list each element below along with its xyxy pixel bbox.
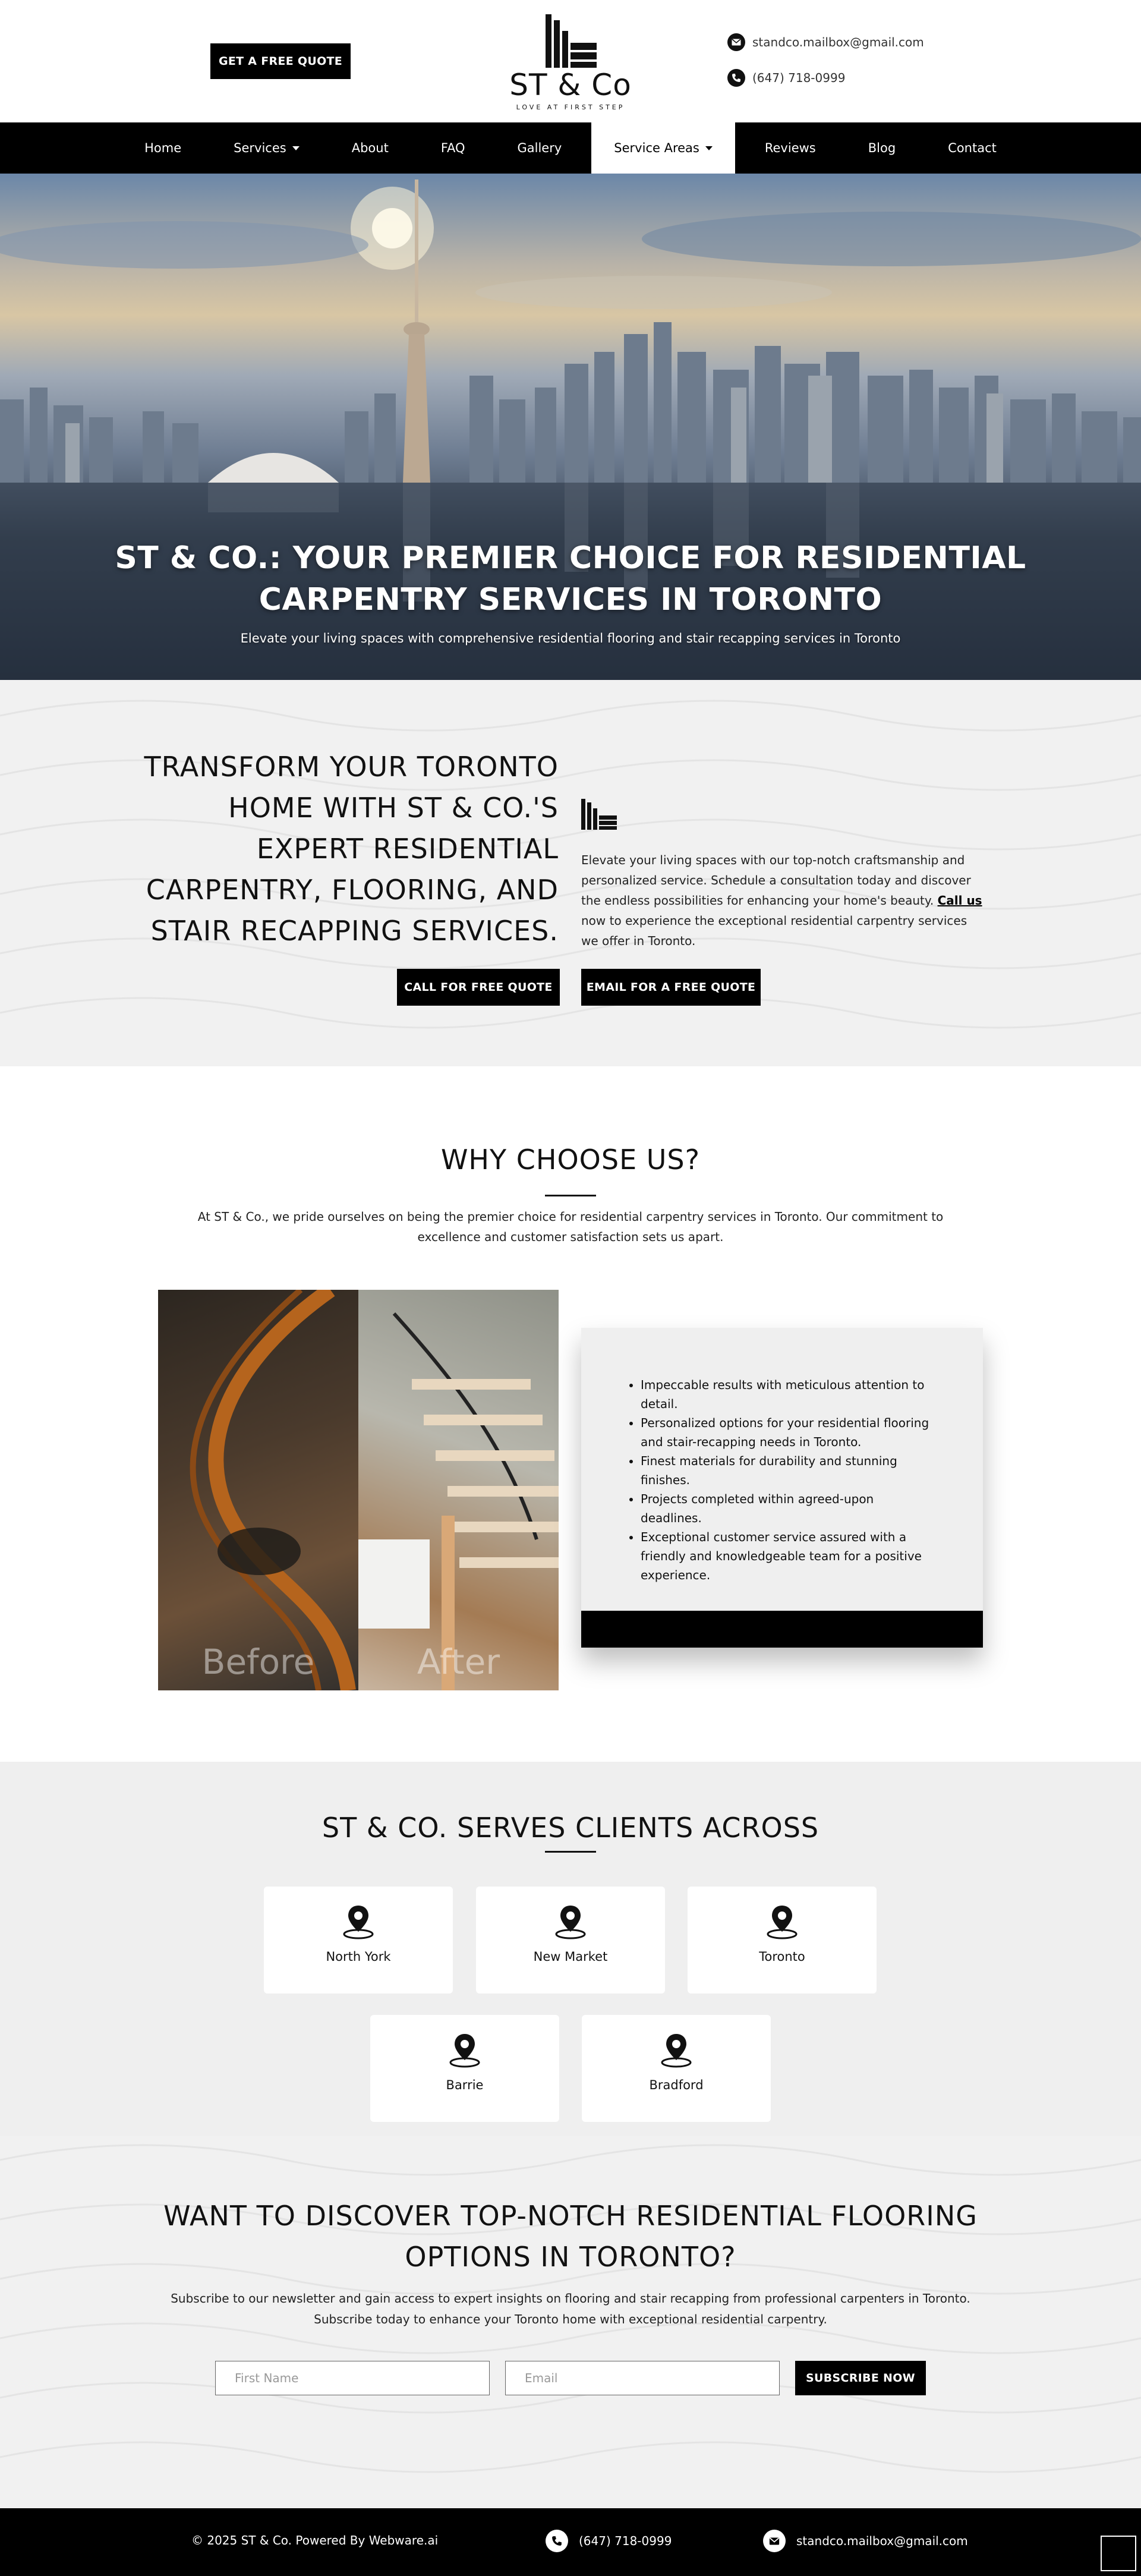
nav-item-blog[interactable]: Blog — [842, 122, 922, 174]
area-card-bradford[interactable]: Bradford — [582, 2015, 771, 2122]
area-name: Toronto — [759, 1950, 805, 1964]
subscribe-now-button[interactable]: SUBSCRIBE NOW — [795, 2361, 926, 2395]
header-phone-text: (647) 718-0999 — [752, 71, 846, 85]
copyright-text: © 2025 ST & Co. Powered By Webware.ai — [191, 2533, 439, 2547]
chevron-down-icon — [705, 146, 713, 150]
map-pin-icon — [343, 1906, 374, 1939]
service-areas-section: ST & CO. SERVES CLIENTS ACROSS North Yor… — [0, 1762, 1141, 2136]
heading-divider — [545, 1195, 596, 1196]
map-pin-icon — [555, 1906, 586, 1939]
logo-stairs-icon — [546, 14, 597, 68]
envelope-icon — [763, 2530, 786, 2552]
heading-divider — [545, 1851, 596, 1853]
nav-item-about[interactable]: About — [326, 122, 415, 174]
email-for-free-quote-button[interactable]: EMAIL FOR A FREE QUOTE — [581, 969, 761, 1006]
area-card-new-market[interactable]: New Market — [476, 1887, 665, 1994]
main-nav: Home Services About FAQ Gallery Service … — [0, 122, 1141, 174]
transform-section: TRANSFORM YOUR TORONTO HOME WITH ST & CO… — [0, 680, 1141, 1066]
transform-body: Elevate your living spaces with our top-… — [581, 853, 982, 948]
newsletter-description: Subscribe to our newsletter and gain acc… — [171, 2291, 970, 2326]
logo-stairs-icon — [581, 799, 617, 830]
map-pin-icon — [767, 1906, 798, 1939]
after-label: After — [417, 1642, 500, 1682]
list-item: Finest materials for durability and stun… — [641, 1451, 938, 1489]
why-heading: WHY CHOOSE US? — [440, 1144, 701, 1176]
list-item: Projects completed within agreed-upon de… — [641, 1489, 938, 1528]
nav-item-services[interactable]: Services — [207, 122, 326, 174]
why-choose-us-section: WHY CHOOSE US? At ST & Co., we pride our… — [0, 1066, 1141, 1762]
after-stairs-photo: After — [358, 1290, 559, 1690]
card-footer-bar — [581, 1611, 983, 1648]
area-card-barrie[interactable]: Barrie — [370, 2015, 559, 2122]
before-label: Before — [201, 1642, 315, 1682]
first-name-input[interactable] — [215, 2361, 490, 2395]
footer-email-text: standco.mailbox@gmail.com — [796, 2534, 968, 2548]
phone-icon — [727, 69, 745, 87]
logo-name: ST & Co — [509, 68, 632, 102]
area-card-toronto[interactable]: Toronto — [688, 1887, 877, 1994]
site-footer: © 2025 ST & Co. Powered By Webware.ai (6… — [0, 2508, 1141, 2576]
call-us-link[interactable]: Call us — [938, 893, 982, 908]
email-input[interactable] — [505, 2361, 780, 2395]
nav-item-faq[interactable]: FAQ — [415, 122, 491, 174]
benefits-list: Impeccable results with meticulous atten… — [641, 1375, 938, 1585]
header-email-text: standco.mailbox@gmail.com — [752, 35, 924, 49]
header-email[interactable]: standco.mailbox@gmail.com — [727, 32, 924, 52]
map-pin-icon — [661, 2034, 692, 2068]
get-free-quote-button[interactable]: GET A FREE QUOTE — [210, 43, 351, 79]
area-name: New Market — [533, 1950, 608, 1964]
area-name: North York — [326, 1950, 391, 1964]
area-name: Barrie — [446, 2078, 484, 2092]
list-item: Personalized options for your residentia… — [641, 1413, 938, 1451]
nav-item-service-areas[interactable]: Service Areas — [591, 122, 735, 174]
call-for-free-quote-button[interactable]: CALL FOR FREE QUOTE — [397, 969, 560, 1006]
logo-tagline: LOVE AT FIRST STEP — [516, 103, 625, 111]
transform-heading: TRANSFORM YOUR TORONTO HOME WITH ST & CO… — [144, 751, 559, 947]
before-stairs-photo: Before — [158, 1290, 358, 1690]
footer-email[interactable]: standco.mailbox@gmail.com — [763, 2530, 968, 2552]
list-item: Exceptional customer service assured wit… — [641, 1528, 938, 1585]
header-phone[interactable]: (647) 718-0999 — [727, 68, 845, 88]
why-benefits-card: Impeccable results with meticulous atten… — [581, 1328, 983, 1648]
before-after-stairs-image: Before After — [158, 1290, 559, 1690]
nav-item-home[interactable]: Home — [118, 122, 207, 174]
map-pin-icon — [449, 2034, 480, 2068]
nav-item-gallery[interactable]: Gallery — [491, 122, 588, 174]
site-logo[interactable]: ST & Co LOVE AT FIRST STEP — [505, 14, 636, 111]
area-name: Bradford — [649, 2078, 704, 2092]
site-header: GET A FREE QUOTE ST & Co LOVE AT FIRST S… — [0, 0, 1141, 122]
serves-heading: ST & CO. SERVES CLIENTS ACROSS — [322, 1812, 819, 1844]
chat-widget-button[interactable] — [1101, 2536, 1136, 2571]
newsletter-section: WANT TO DISCOVER TOP-NOTCH RESIDENTIAL F… — [0, 2136, 1141, 2508]
nav-item-contact[interactable]: Contact — [922, 122, 1023, 174]
footer-phone[interactable]: (647) 718-0999 — [546, 2530, 672, 2552]
hero-title: ST & CO.: YOUR PREMIER CHOICE FOR RESIDE… — [115, 540, 1026, 618]
chevron-down-icon — [292, 146, 300, 150]
why-intro: At ST & Co., we pride ourselves on being… — [197, 1210, 944, 1244]
hero-subtitle: Elevate your living spaces with comprehe… — [240, 631, 901, 645]
nav-item-reviews[interactable]: Reviews — [739, 122, 842, 174]
hero-section: ST & CO.: YOUR PREMIER CHOICE FOR RESIDE… — [0, 174, 1141, 680]
newsletter-heading: WANT TO DISCOVER TOP-NOTCH RESIDENTIAL F… — [163, 2200, 978, 2273]
area-card-north-york[interactable]: North York — [264, 1887, 453, 1994]
envelope-icon — [727, 33, 745, 51]
phone-icon — [546, 2530, 568, 2552]
list-item: Impeccable results with meticulous atten… — [641, 1375, 938, 1413]
footer-phone-text: (647) 718-0999 — [579, 2534, 672, 2548]
